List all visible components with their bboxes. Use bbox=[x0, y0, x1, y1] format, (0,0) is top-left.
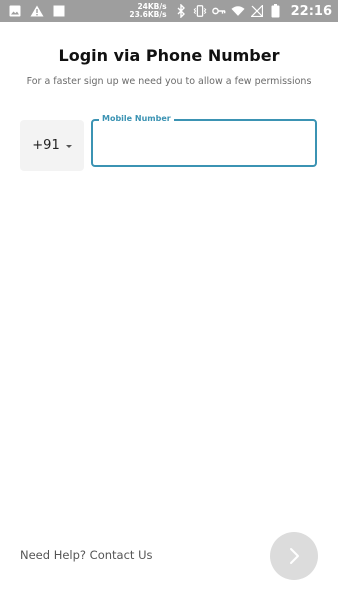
caret-down-icon bbox=[65, 144, 72, 148]
image-icon bbox=[8, 4, 22, 18]
contact-us-link[interactable]: Need Help? Contact Us bbox=[20, 548, 153, 562]
square-icon bbox=[52, 4, 66, 18]
mobile-number-input[interactable] bbox=[101, 131, 310, 159]
warning-icon bbox=[30, 4, 44, 18]
no-signal-icon bbox=[250, 4, 264, 18]
next-button[interactable] bbox=[270, 532, 318, 580]
country-code-selector[interactable]: +91 bbox=[20, 120, 84, 171]
status-right-icons: 24KB/s 23.6KB/s 22:16 bbox=[129, 3, 332, 19]
bluetooth-icon bbox=[174, 4, 188, 18]
chevron-right-icon bbox=[287, 547, 301, 565]
network-speed: 24KB/s 23.6KB/s bbox=[129, 3, 166, 19]
status-bar: 24KB/s 23.6KB/s 22:16 bbox=[0, 0, 338, 22]
status-left-icons bbox=[8, 4, 66, 18]
battery-icon bbox=[269, 4, 283, 18]
vibrate-icon bbox=[193, 4, 207, 18]
country-code-value: +91 bbox=[32, 138, 60, 153]
mobile-number-field[interactable]: Mobile Number bbox=[91, 114, 317, 167]
net-speed-down: 23.6KB/s bbox=[129, 10, 167, 19]
page-subtitle: For a faster sign up we need you to allo… bbox=[26, 76, 312, 87]
page-title: Login via Phone Number bbox=[58, 46, 280, 65]
clock: 22:16 bbox=[290, 3, 332, 19]
wifi-icon bbox=[231, 4, 245, 18]
mobile-number-label: Mobile Number bbox=[99, 114, 174, 124]
key-icon bbox=[211, 4, 226, 18]
